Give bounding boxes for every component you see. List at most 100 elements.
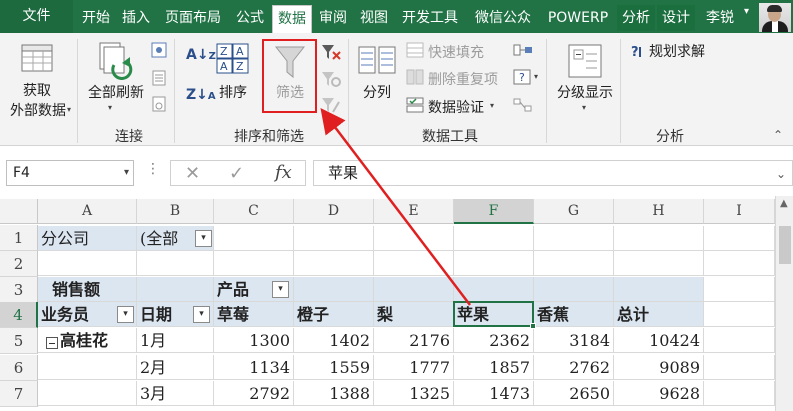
tab-page-layout[interactable]: 页面布局 xyxy=(158,5,228,31)
outline-icon[interactable] xyxy=(566,42,604,80)
tab-formulas[interactable]: 公式 xyxy=(230,5,270,31)
fill-handle[interactable] xyxy=(530,323,536,329)
tab-design[interactable]: 设计 xyxy=(657,5,695,31)
cell-a6[interactable] xyxy=(38,355,137,380)
row-header-3[interactable]: 3 xyxy=(0,277,38,303)
cell-g1[interactable] xyxy=(534,226,614,251)
row-header-7[interactable]: 7 xyxy=(0,381,38,407)
formula-input[interactable]: 苹果 ⌄ xyxy=(313,160,793,186)
chevron-down-icon[interactable]: ▾ xyxy=(490,101,494,110)
chevron-down-icon[interactable]: ▾ xyxy=(108,103,112,112)
cell-c1[interactable] xyxy=(214,226,294,251)
flash-fill-icon[interactable] xyxy=(406,42,424,58)
connections-icon[interactable] xyxy=(150,41,168,59)
cell-g5[interactable]: 3184 xyxy=(534,328,614,353)
cell-i5[interactable] xyxy=(704,328,775,353)
cell-g6[interactable]: 2762 xyxy=(534,355,614,380)
cell-f4[interactable]: 苹果 xyxy=(454,302,534,327)
cell-d2[interactable] xyxy=(294,251,374,276)
avatar[interactable] xyxy=(759,3,791,32)
cell-e5[interactable]: 2176 xyxy=(374,328,454,353)
filter-dropdown-icon[interactable]: ▾ xyxy=(195,230,212,247)
text-to-columns-icon[interactable] xyxy=(358,43,396,79)
row-header-6[interactable]: 6 xyxy=(0,355,38,381)
get-external-label-1[interactable]: 获取 xyxy=(22,80,52,100)
column-header-g[interactable]: G xyxy=(534,199,614,224)
solver-label[interactable]: 规划求解 xyxy=(649,41,705,61)
cell-d3[interactable] xyxy=(294,277,374,302)
cell-c7[interactable]: 2792 xyxy=(214,381,294,406)
remove-duplicates-label[interactable]: 删除重复项 xyxy=(428,69,498,89)
cell-f2[interactable] xyxy=(454,251,534,276)
cell-b4[interactable]: 日期 ▾ xyxy=(137,302,214,327)
cell-e4[interactable]: 梨 xyxy=(374,302,454,327)
chevron-down-icon[interactable]: ▾ xyxy=(534,72,538,81)
cell-a3[interactable]: 销售额 xyxy=(38,277,137,302)
cell-f1[interactable] xyxy=(454,226,534,251)
refresh-all-label[interactable]: 全部刷新 xyxy=(84,82,148,102)
cell-i2[interactable] xyxy=(704,251,775,276)
cell-g3[interactable] xyxy=(534,277,614,302)
cell-h5[interactable]: 10424 xyxy=(614,328,704,353)
clear-filter-icon[interactable] xyxy=(321,43,341,61)
properties-icon[interactable] xyxy=(150,69,168,87)
chevron-down-icon[interactable]: ⌄ xyxy=(776,162,786,186)
cell-h4[interactable]: 总计 xyxy=(614,302,704,327)
cell-e6[interactable]: 1777 xyxy=(374,355,454,380)
cell-e2[interactable] xyxy=(374,251,454,276)
advanced-filter-icon[interactable] xyxy=(321,96,341,114)
insert-function-icon[interactable]: fx xyxy=(275,162,292,183)
scrollbar-thumb[interactable] xyxy=(779,226,791,264)
column-header-a[interactable]: A xyxy=(38,199,137,224)
cell-a7[interactable] xyxy=(38,381,137,406)
column-header-h[interactable]: H xyxy=(614,199,704,224)
chevron-down-icon[interactable]: ▾ xyxy=(124,161,129,185)
cell-b6[interactable]: 2月 xyxy=(137,355,214,380)
column-header-d[interactable]: D xyxy=(294,199,374,224)
cell-e7[interactable]: 1325 xyxy=(374,381,454,406)
row-header-5[interactable]: 5 xyxy=(0,328,38,354)
cell-g7[interactable]: 2650 xyxy=(534,381,614,406)
column-header-c[interactable]: C xyxy=(214,199,294,224)
chevron-down-icon[interactable]: ▾ xyxy=(582,103,586,112)
tab-developer[interactable]: 开发工具 xyxy=(395,5,465,31)
remove-duplicates-icon[interactable] xyxy=(406,69,424,85)
outline-label[interactable]: 分级显示 xyxy=(552,82,618,102)
consolidate-icon[interactable] xyxy=(513,42,533,58)
cell-f7[interactable]: 1473 xyxy=(454,381,534,406)
cell-i1[interactable] xyxy=(704,226,775,251)
cell-h6[interactable]: 9089 xyxy=(614,355,704,380)
collapse-ribbon-icon[interactable]: ⌃ xyxy=(773,128,783,142)
tab-review[interactable]: 审阅 xyxy=(314,5,352,31)
tab-view[interactable]: 视图 xyxy=(355,5,393,31)
get-external-data-icon[interactable] xyxy=(19,41,55,79)
cell-b3[interactable] xyxy=(137,277,214,302)
name-box[interactable]: F4 ▾ xyxy=(6,160,134,186)
filter-dropdown-icon[interactable]: ▾ xyxy=(193,306,210,323)
cell-a1[interactable]: 分公司 xyxy=(38,226,137,251)
refresh-all-icon[interactable] xyxy=(94,41,134,83)
cell-f5[interactable]: 2362 xyxy=(454,328,534,353)
cell-i3[interactable] xyxy=(704,277,775,302)
sort-ascending-icon[interactable]: A↓Z xyxy=(186,47,216,63)
cell-h2[interactable] xyxy=(614,251,704,276)
solver-icon[interactable]: ? xyxy=(630,43,646,59)
cell-a4[interactable]: 业务员 ▾ xyxy=(38,302,137,327)
cell-i4[interactable] xyxy=(704,302,775,327)
cell-c4[interactable]: 草莓 xyxy=(214,302,294,327)
cell-c5[interactable]: 1300 xyxy=(214,328,294,353)
cell-b1[interactable]: (全部 ▾ xyxy=(137,226,214,251)
reapply-filter-icon[interactable] xyxy=(321,70,341,88)
scroll-up-icon[interactable]: ▲ xyxy=(780,198,788,209)
cell-d6[interactable]: 1559 xyxy=(294,355,374,380)
what-if-analysis-icon[interactable]: ? xyxy=(513,69,533,85)
cell-b5[interactable]: 1月 xyxy=(137,328,214,353)
cell-d1[interactable] xyxy=(294,226,374,251)
column-header-e[interactable]: E xyxy=(374,199,454,224)
cell-g4[interactable]: 香蕉 xyxy=(534,302,614,327)
chevron-down-icon[interactable]: ▾ xyxy=(744,6,749,17)
data-validation-label[interactable]: 数据验证 xyxy=(428,97,484,117)
get-external-label-2[interactable]: 外部数据 xyxy=(3,100,73,120)
filter-dropdown-icon[interactable]: ▾ xyxy=(272,281,289,298)
user-name[interactable]: 李锐 xyxy=(706,5,734,31)
